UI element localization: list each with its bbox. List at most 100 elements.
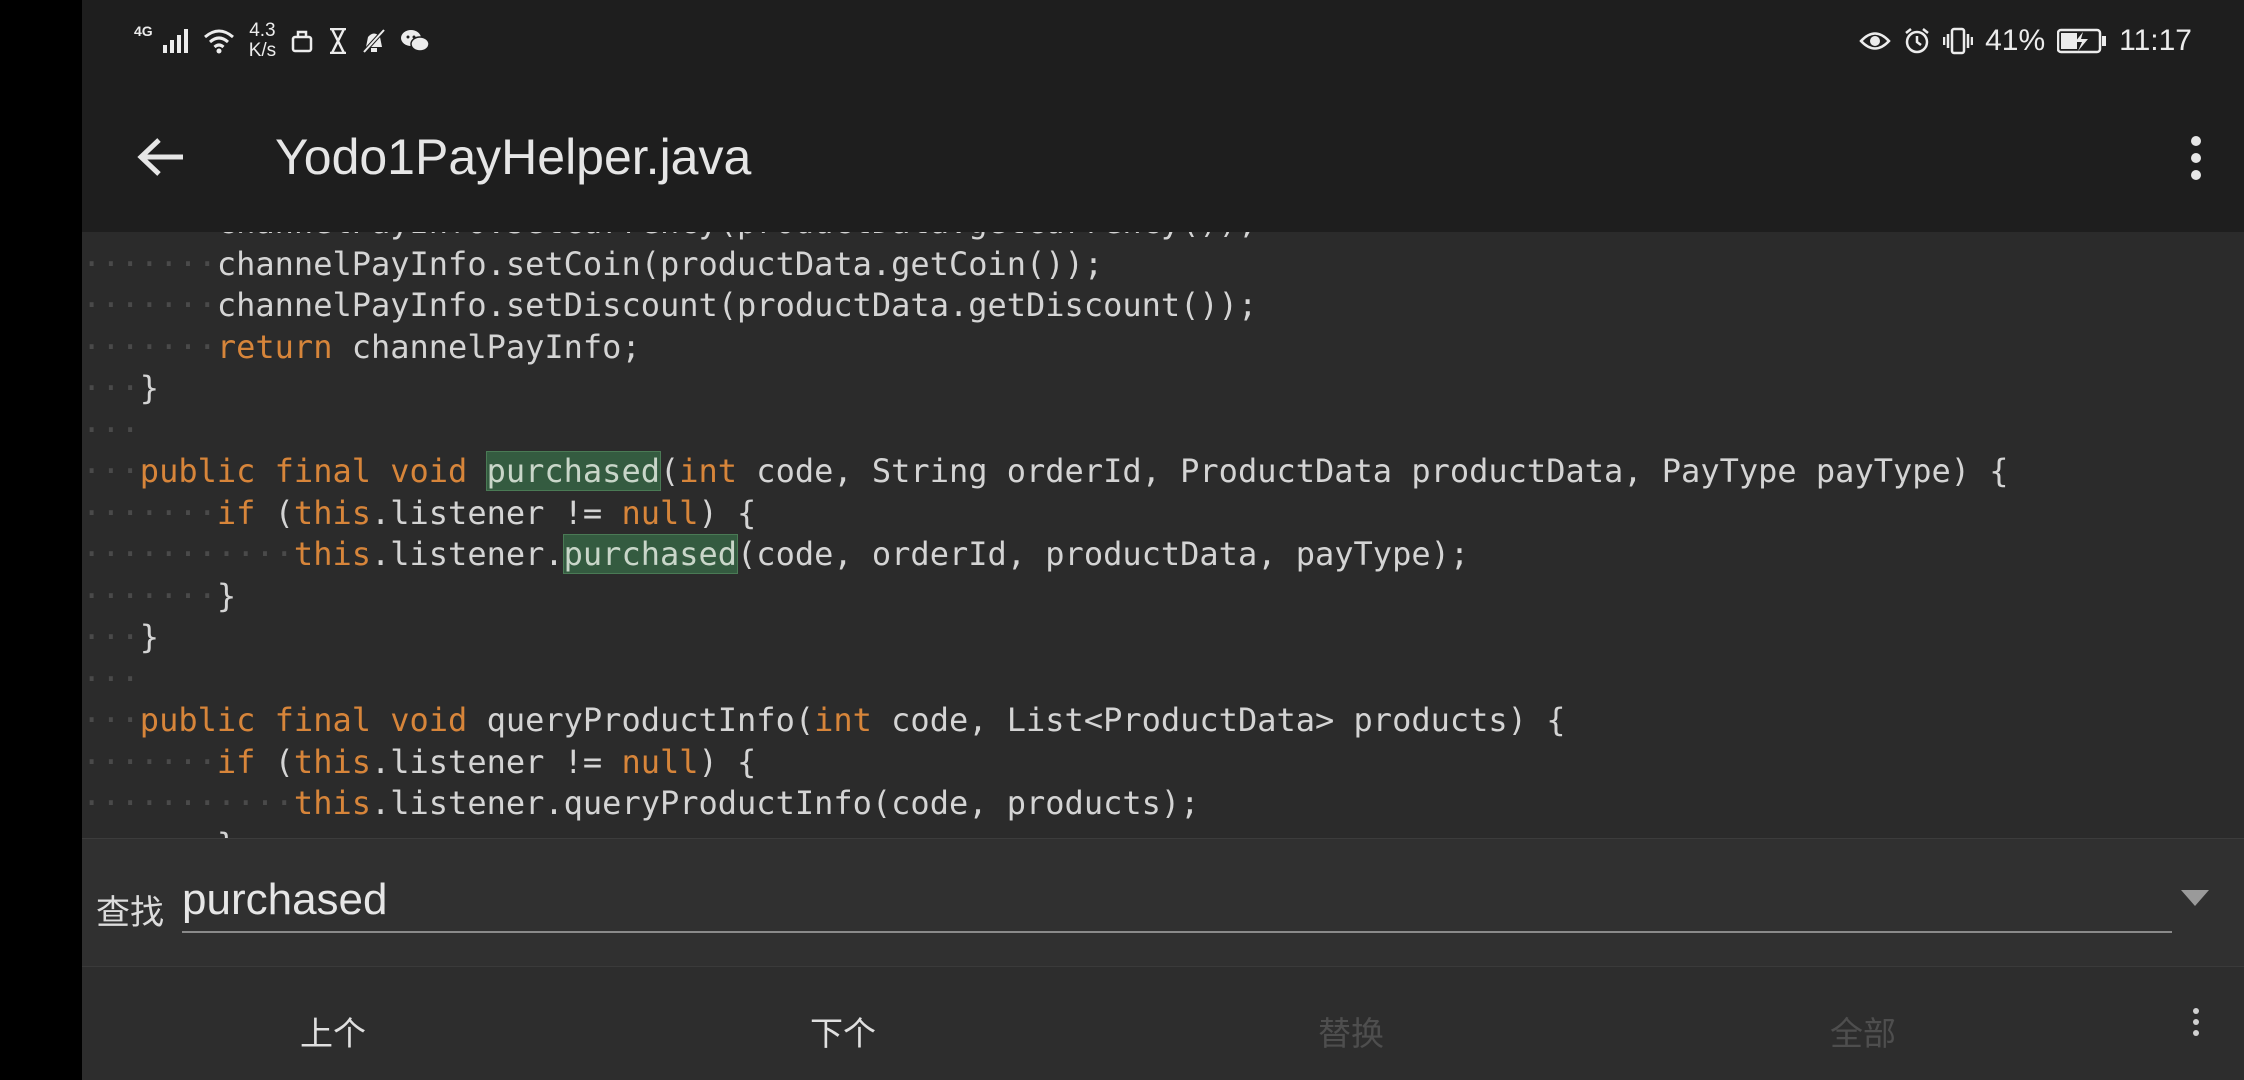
code-keyword: int <box>814 701 872 739</box>
code-keyword: final <box>274 452 371 490</box>
indent-guide: ······· <box>82 742 217 781</box>
indent-guide: ··· <box>82 369 140 407</box>
indent-guide: ······· <box>82 244 217 283</box>
code-line: ···} <box>82 617 2009 659</box>
net-speed: 4.3 K/s <box>249 21 276 61</box>
code-token: ( <box>255 493 294 532</box>
indent-guide: ··········· <box>82 784 294 822</box>
code-keyword: if <box>216 493 256 532</box>
code-token: (code, orderId, productData, payType); <box>737 535 1470 573</box>
code-keyword: void <box>390 701 468 739</box>
code-line: ···} <box>82 368 2009 410</box>
code-keyword: void <box>390 452 468 490</box>
triangle-down-icon <box>2180 889 2220 907</box>
code-line: ·······return channelPayInfo; <box>82 327 2009 369</box>
code-keyword: return <box>216 327 333 366</box>
hourglass-icon <box>328 28 348 54</box>
signal-icon <box>162 29 189 53</box>
code-keyword: this <box>293 535 371 573</box>
net-speed-unit: K/s <box>248 40 277 61</box>
code-token: .listener. <box>370 535 564 573</box>
code-line: ···········this.listener.purchased(code,… <box>82 534 2009 576</box>
code-keyword: if <box>216 742 256 781</box>
indent-guide: ··········· <box>82 535 294 573</box>
find-input[interactable] <box>182 869 2172 933</box>
code-keyword: int <box>679 452 738 490</box>
overflow-menu-button[interactable] <box>2176 128 2216 188</box>
more-vert-icon <box>2190 135 2202 181</box>
indent-guide: ··· <box>82 618 140 656</box>
code-line: ···········this.listener.queryProductInf… <box>82 783 2009 825</box>
status-bar: 4G 4.3 K/s 41% 11:17 <box>82 0 2244 80</box>
code-editor[interactable]: ·······channelPayInfo.setCurrency(produc… <box>82 232 2244 838</box>
code-token: channelPayInfo; <box>332 327 641 366</box>
indent-guide: ······· <box>82 286 217 324</box>
find-label: 查找 <box>96 893 164 933</box>
net-speed-value: 4.3 <box>249 20 276 41</box>
code-token: ) { <box>698 493 757 532</box>
search-match: purchased <box>485 451 661 491</box>
alarm-icon <box>1903 27 1931 55</box>
indent-guide: ······· <box>82 576 217 615</box>
code-token: } <box>217 826 236 839</box>
code-token: code, String orderId, ProductData produc… <box>737 452 2009 490</box>
app-window: 4G 4.3 K/s 41% 11:17 Yodo1PayHelper.java… <box>82 0 2244 1080</box>
code-token: channelPayInfo.setDiscount(productData.g… <box>216 286 1258 324</box>
indent-guide: ······· <box>82 493 217 532</box>
back-button[interactable] <box>126 122 196 192</box>
file-title: Yodo1PayHelper.java <box>275 129 752 185</box>
code-line: ·······} <box>82 825 2009 839</box>
code-token: channelPayInfo.setCurrency(productData.g… <box>217 232 1257 241</box>
title-bar: Yodo1PayHelper.java <box>82 80 2244 232</box>
wifi-icon <box>203 28 235 54</box>
next-match-button[interactable]: 下个 <box>810 1007 876 1055</box>
code-line: ·······if (this.listener != null) { <box>82 742 2009 784</box>
status-right: 41% 11:17 <box>1859 16 2192 66</box>
replace-button[interactable]: 替换 <box>1318 1007 1384 1055</box>
find-more-button[interactable] <box>2192 1007 2200 1037</box>
signal-type-label: 4G <box>134 23 153 39</box>
code-token: channelPayInfo.setCoin(productData.getCo… <box>216 244 1104 283</box>
code-token: .listener != <box>370 493 622 532</box>
code-token: } <box>139 369 160 407</box>
mute-icon <box>362 28 386 54</box>
code-line: ··· <box>82 410 2009 452</box>
code-line: ·······channelPayInfo.setDiscount(produc… <box>82 285 2009 327</box>
code-keyword: null <box>621 493 699 532</box>
eye-icon <box>1859 30 1891 52</box>
code-keyword: this <box>293 493 371 532</box>
indent-guide: ······· <box>82 232 217 241</box>
status-left: 4G 4.3 K/s <box>134 16 430 66</box>
notification-icon <box>290 29 314 53</box>
code-line: ·······channelPayInfo.setCurrency(produc… <box>82 232 2009 244</box>
code-token: code, List<ProductData> products) { <box>871 701 1566 739</box>
replace-all-button[interactable]: 全部 <box>1830 1007 1896 1055</box>
find-bar: 查找 <box>82 838 2244 967</box>
indent-guide: ······· <box>82 327 217 366</box>
code-line: ·······channelPayInfo.setCoin(productDat… <box>82 244 2009 286</box>
code-line: ···public final void queryProductInfo(in… <box>82 700 2009 742</box>
code-token: } <box>216 576 237 615</box>
battery-percent: 41% <box>1985 24 2046 57</box>
arrow-left-icon <box>137 137 185 177</box>
code-token: ( <box>255 742 294 781</box>
prev-match-button[interactable]: 上个 <box>300 1007 366 1055</box>
find-actions-bar: 上个 下个 替换 全部 <box>82 966 2244 1080</box>
vibrate-icon <box>1943 27 1974 55</box>
indent-guide: ······· <box>82 826 217 839</box>
battery-charging-icon <box>2057 28 2107 54</box>
wechat-icon <box>400 28 430 54</box>
indent-guide: ··· <box>82 701 140 739</box>
code-token: .listener != <box>370 742 622 781</box>
code-lines: ·······channelPayInfo.setCurrency(produc… <box>82 232 2009 838</box>
code-line: ···public final void purchased(int code,… <box>82 451 2009 493</box>
code-token: } <box>139 618 160 656</box>
code-line: ·······} <box>82 576 2009 618</box>
find-history-dropdown[interactable] <box>2180 889 2220 919</box>
code-keyword: this <box>293 784 371 822</box>
